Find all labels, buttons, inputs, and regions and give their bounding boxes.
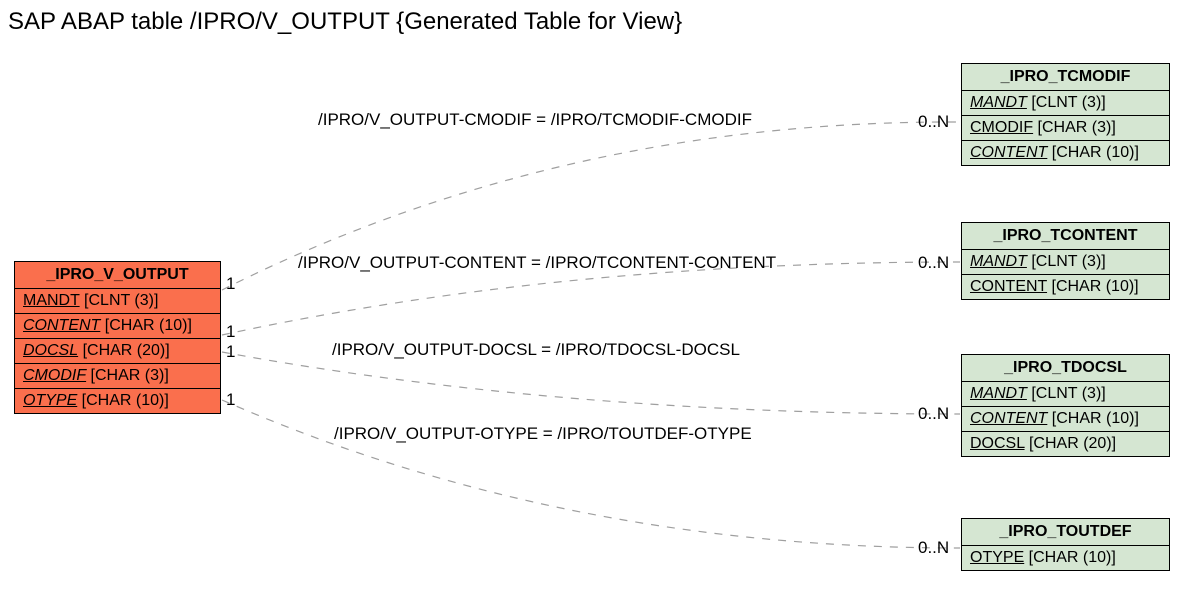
entity-ipro-tcmodif: _IPRO_TCMODIF MANDT [CLNT (3)] CMODIF [C… (961, 63, 1170, 166)
relation-label: /IPRO/V_OUTPUT-CONTENT = /IPRO/TCONTENT-… (298, 253, 776, 273)
cardinality-left: 1 (226, 322, 235, 342)
cardinality-left: 1 (226, 390, 235, 410)
cardinality-left: 1 (226, 274, 235, 294)
field-row: CONTENT [CHAR (10)] (15, 314, 220, 339)
field-row: OTYPE [CHAR (10)] (962, 546, 1169, 570)
entity-ipro-tcontent: _IPRO_TCONTENT MANDT [CLNT (3)] CONTENT … (961, 222, 1170, 300)
entity-header: _IPRO_TOUTDEF (962, 519, 1169, 546)
relation-label: /IPRO/V_OUTPUT-DOCSL = /IPRO/TDOCSL-DOCS… (332, 340, 740, 360)
entity-header: _IPRO_TDOCSL (962, 355, 1169, 382)
entity-ipro-toutdef: _IPRO_TOUTDEF OTYPE [CHAR (10)] (961, 518, 1170, 571)
relation-label: /IPRO/V_OUTPUT-OTYPE = /IPRO/TOUTDEF-OTY… (334, 424, 752, 444)
field-row: MANDT [CLNT (3)] (962, 382, 1169, 407)
field-row: DOCSL [CHAR (20)] (962, 432, 1169, 456)
entity-header: _IPRO_TCMODIF (962, 64, 1169, 91)
field-row: DOCSL [CHAR (20)] (15, 339, 220, 364)
cardinality-right: 0..N (918, 253, 949, 273)
cardinality-right: 0..N (918, 404, 949, 424)
entity-ipro-tdocsl: _IPRO_TDOCSL MANDT [CLNT (3)] CONTENT [C… (961, 354, 1170, 457)
entity-ipro-v-output: _IPRO_V_OUTPUT MANDT [CLNT (3)] CONTENT … (14, 261, 221, 414)
cardinality-left: 1 (226, 342, 235, 362)
field-row: CMODIF [CHAR (3)] (15, 364, 220, 389)
entity-header: _IPRO_V_OUTPUT (15, 262, 220, 289)
field-row: MANDT [CLNT (3)] (962, 91, 1169, 116)
field-row: OTYPE [CHAR (10)] (15, 389, 220, 413)
field-row: CONTENT [CHAR (10)] (962, 141, 1169, 165)
relation-label: /IPRO/V_OUTPUT-CMODIF = /IPRO/TCMODIF-CM… (318, 110, 752, 130)
entity-header: _IPRO_TCONTENT (962, 223, 1169, 250)
field-row: MANDT [CLNT (3)] (15, 289, 220, 314)
field-row: CONTENT [CHAR (10)] (962, 407, 1169, 432)
cardinality-right: 0..N (918, 538, 949, 558)
cardinality-right: 0..N (918, 112, 949, 132)
field-row: MANDT [CLNT (3)] (962, 250, 1169, 275)
diagram-title: SAP ABAP table /IPRO/V_OUTPUT {Generated… (8, 8, 682, 36)
field-row: CMODIF [CHAR (3)] (962, 116, 1169, 141)
field-row: CONTENT [CHAR (10)] (962, 275, 1169, 299)
